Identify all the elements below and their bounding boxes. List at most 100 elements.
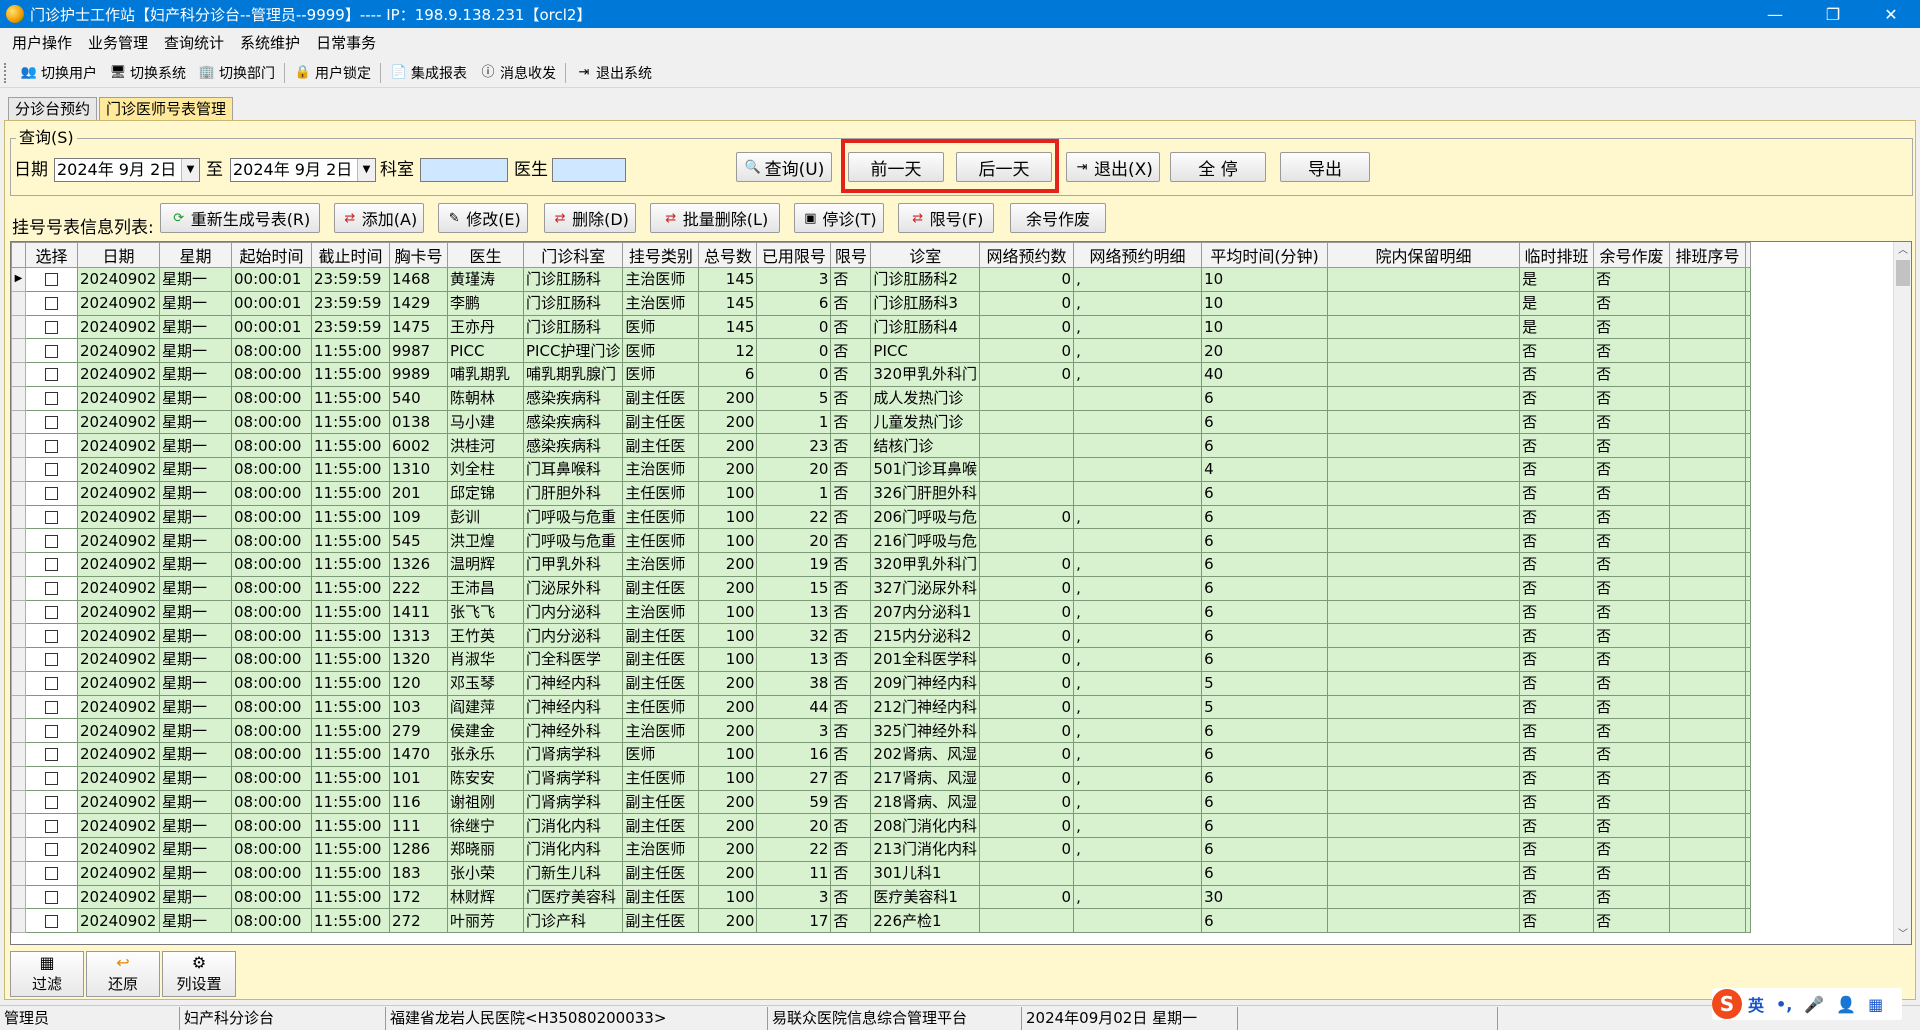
cell-void-remaining[interactable]: 否 [1593,575,1671,601]
row-checkbox[interactable] [45,415,58,429]
cell-temp-schedule[interactable]: 否 [1519,837,1595,862]
table-row[interactable]: 20240902 星期一 08:00:00 11:55:00 6002 洪桂河 感染疾病科副… [11,433,1752,458]
cell-reserved-detail[interactable] [1327,290,1521,316]
cell-reserved-detail[interactable] [1327,409,1521,435]
cell-limited[interactable]: 否 [830,528,872,553]
cell-online-booking-count[interactable]: 0 [979,599,1075,625]
row-checkbox[interactable] [45,273,58,287]
cell-temp-schedule[interactable]: 否 [1519,362,1595,387]
column-header-reserved-detail[interactable]: 院内保留明细 [1327,242,1521,268]
cell-end-time[interactable]: 11:55:00 [311,480,390,506]
table-row[interactable]: 20240902 星期一 08:00:00 11:55:00 545 洪卫煌 门呼吸与危重主… [11,528,1752,553]
cell-used-limit[interactable]: 20 [756,813,832,838]
cell-badge-no[interactable]: 272 [389,908,448,933]
cell-date[interactable]: 20240902 [77,670,160,696]
cell-weekday[interactable]: 星期一 [159,694,232,720]
scroll-thumb[interactable] [1896,260,1910,286]
cell-temp-schedule[interactable]: 是 [1519,314,1595,340]
cell-online-booking-detail[interactable] [1073,385,1203,411]
cell-used-limit[interactable]: 20 [756,528,832,553]
cell-void-remaining[interactable]: 否 [1593,765,1671,791]
cell-total-count[interactable]: 200 [698,908,758,933]
row-indicator[interactable] [11,290,26,316]
cell-total-count[interactable]: 12 [698,338,758,363]
cell-temp-schedule[interactable]: 是 [1519,290,1595,316]
cell-reserved-detail[interactable] [1327,789,1521,815]
cell-total-count[interactable]: 200 [698,552,758,577]
cell-reg-type[interactable]: 副主任医 [622,433,700,458]
cell-weekday[interactable]: 星期一 [159,409,232,435]
cell-schedule-seq[interactable] [1669,647,1747,672]
cell-clinic-dept[interactable]: 门消化内科 [522,837,624,862]
stop-clinic-button[interactable]: ▣ 停诊(T) [794,203,884,233]
cell-reg-type[interactable]: 主任医师 [622,765,700,791]
report-button[interactable]: 📄 集成报表 [384,60,473,86]
cell-clinic-dept[interactable]: 门内分泌科 [522,599,624,625]
cell-temp-schedule[interactable]: 否 [1519,504,1595,530]
cell-date[interactable]: 20240902 [77,694,160,720]
cell-avg-time[interactable]: 4 [1201,457,1329,482]
cell-badge-no[interactable]: 111 [389,813,448,838]
cell-online-booking-count[interactable] [979,480,1075,506]
cell-used-limit[interactable]: 19 [756,552,832,577]
row-indicator[interactable] [11,908,26,933]
column-header-weekday[interactable]: 星期 [159,242,232,268]
chevron-down-icon[interactable]: ▼ [357,159,375,181]
cell-online-booking-count[interactable]: 0 [979,623,1075,648]
cell-avg-time[interactable]: 6 [1201,718,1329,743]
table-row[interactable]: 20240902 星期一 08:00:00 11:55:00 1286 郑晓丽 门消化内科主… [11,837,1752,862]
cell-weekday[interactable]: 星期一 [159,362,232,387]
cell-void-remaining[interactable]: 否 [1593,504,1671,530]
row-checkbox[interactable] [45,487,58,501]
cell-badge-no[interactable]: 183 [389,860,448,886]
cell-limited[interactable]: 否 [830,290,872,316]
cell-clinic-dept[interactable]: 门甲乳外科 [522,552,624,577]
cell-online-booking-count[interactable] [979,860,1075,886]
cell-end-time[interactable]: 11:55:00 [311,623,390,648]
cell-reserved-detail[interactable] [1327,362,1521,387]
cell-void-remaining[interactable]: 否 [1593,670,1671,696]
cell-online-booking-detail[interactable]: , [1073,362,1203,387]
row-checkbox[interactable] [45,392,58,406]
scroll-up-icon[interactable]: ︿ [1894,242,1911,260]
cell-online-booking-count[interactable]: 0 [979,362,1075,387]
table-row[interactable]: 20240902 星期一 00:00:01 23:59:59 1429 李鹏 门诊肛肠科 主治… [11,290,1752,316]
cell-schedule-seq[interactable] [1669,765,1747,791]
cell-schedule-seq[interactable] [1669,837,1747,862]
cell-clinic-dept[interactable]: 门诊肛肠科 [522,290,624,316]
cell-reserved-detail[interactable] [1327,718,1521,743]
cell-clinic-dept[interactable]: 门呼吸与危重 [522,528,624,553]
cell-end-time[interactable]: 23:59:59 [311,314,390,340]
cell-schedule-seq[interactable] [1669,694,1747,720]
cell-schedule-seq[interactable] [1669,599,1747,625]
cell-clinic-dept[interactable]: 门肾病学科 [522,789,624,815]
cell-reg-type[interactable]: 副主任医 [622,789,700,815]
prev-day-button[interactable]: 前一天 [848,152,944,182]
row-checkbox[interactable] [45,795,58,809]
cell-badge-no[interactable]: 222 [389,575,448,601]
cell-reserved-detail[interactable] [1327,647,1521,672]
cell-date[interactable]: 20240902 [77,765,160,791]
table-row[interactable]: 20240902 星期一 08:00:00 11:55:00 1326 温明辉 门甲乳外科主… [11,552,1752,577]
cell-void-remaining[interactable]: 否 [1593,860,1671,886]
cell-temp-schedule[interactable]: 否 [1519,599,1595,625]
cell-badge-no[interactable]: 545 [389,528,448,553]
cell-limited[interactable]: 否 [830,765,872,791]
cell-clinic-dept[interactable]: 门神经内科 [522,694,624,720]
cell-clinic-dept[interactable]: 门医疗美容科 [522,884,624,910]
cell-clinic-dept[interactable]: 门消化内科 [522,813,624,838]
cell-start-time[interactable]: 08:00:00 [231,409,312,435]
cell-reg-type[interactable]: 主任医师 [622,694,700,720]
cell-start-time[interactable]: 08:00:00 [231,860,312,886]
cell-reg-type[interactable]: 副主任医 [622,884,700,910]
cell-end-time[interactable]: 11:55:00 [311,385,390,411]
cell-end-time[interactable]: 11:55:00 [311,884,390,910]
cell-reg-type[interactable]: 医师 [622,314,700,340]
cell-avg-time[interactable]: 10 [1201,314,1329,340]
cell-start-time[interactable]: 00:00:01 [231,314,312,340]
cell-online-booking-count[interactable] [979,433,1075,458]
cell-reg-type[interactable]: 副主任医 [622,647,700,672]
cell-total-count[interactable]: 100 [698,623,758,648]
doctor-input[interactable] [552,158,626,182]
cell-online-booking-detail[interactable]: , [1073,718,1203,743]
